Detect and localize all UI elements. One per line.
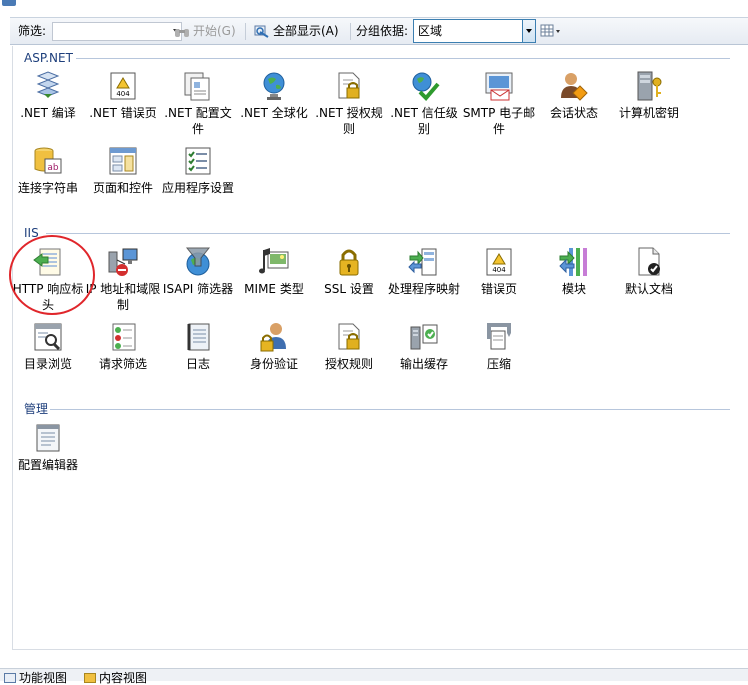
feature-dotnet-error-pages[interactable]: 404 .NET 错误页 (85, 70, 161, 121)
feature-connection-strings[interactable]: ab 连接字符串 (10, 145, 86, 196)
feature-dotnet-authorization[interactable]: .NET 授权规则 (311, 70, 387, 137)
feature-compression[interactable]: 压缩 (461, 321, 537, 372)
content-view-icon (84, 673, 96, 683)
window-top-strip (0, 0, 748, 14)
pages-controls-icon (109, 147, 137, 175)
group-divider (50, 409, 730, 410)
feature-dotnet-profile[interactable]: .NET 配置文件 (160, 70, 236, 137)
error-pages-icon: 404 (486, 248, 512, 276)
group-by-label: 分组依据: (356, 24, 409, 38)
feature-request-filtering[interactable]: 请求筛选 (85, 321, 161, 372)
mime-types-icon (259, 248, 289, 274)
default-document-icon (638, 247, 660, 276)
request-filtering-icon (112, 323, 136, 351)
tab-features-view[interactable]: 功能视图 (4, 671, 67, 685)
svg-text:404: 404 (492, 266, 506, 274)
app-icon (2, 0, 16, 6)
feature-mime-types[interactable]: MIME 类型 (236, 246, 312, 297)
show-all-icon (254, 25, 269, 38)
show-all-button[interactable]: 全部显示(A) (254, 18, 339, 44)
feature-authentication[interactable]: 身份验证 (236, 321, 312, 372)
feature-directory-browsing[interactable]: 目录浏览 (10, 321, 86, 372)
feature-isapi-filters[interactable]: ISAPI 筛选器 (160, 246, 236, 297)
feature-configuration-editor[interactable]: 配置编辑器 (10, 422, 86, 473)
authentication-icon (260, 323, 286, 352)
highlight-circle (9, 235, 95, 315)
feature-session-state[interactable]: 会话状态 (536, 70, 612, 121)
feature-handler-mappings[interactable]: 处理程序映射 (386, 246, 462, 297)
svg-text:404: 404 (116, 90, 130, 98)
logging-icon (187, 323, 210, 351)
ssl-settings-icon (339, 249, 359, 276)
directory-browsing-icon (34, 323, 62, 351)
tab-content-view[interactable]: 内容视图 (84, 671, 147, 685)
feature-app-settings[interactable]: 应用程序设置 (160, 145, 236, 196)
feature-default-document[interactable]: 默认文档 (611, 246, 687, 297)
dotnet-profile-icon (184, 72, 210, 101)
compression-icon (487, 323, 511, 350)
view-tabs-bar: 功能视图 内容视图 (0, 668, 748, 685)
group-header-aspnet: ASP.NET (24, 50, 730, 66)
view-mode-icon[interactable] (540, 23, 562, 39)
toolbar-separator (350, 23, 351, 40)
feature-logging[interactable]: 日志 (160, 321, 236, 372)
modules-icon (559, 248, 587, 276)
smtp-email-icon (485, 72, 513, 101)
group-title: 管理 (24, 402, 49, 416)
feature-dotnet-trust-levels[interactable]: .NET 信任级别 (386, 70, 462, 137)
isapi-filters-icon (185, 247, 211, 276)
feature-error-pages[interactable]: 404 错误页 (461, 246, 537, 297)
feature-ssl-settings[interactable]: SSL 设置 (311, 246, 387, 297)
machine-key-icon (637, 71, 662, 101)
feature-authorization-rules[interactable]: 授权规则 (311, 321, 387, 372)
session-state-icon (561, 73, 588, 101)
output-caching-icon (410, 324, 438, 350)
app-settings-icon (185, 147, 211, 175)
group-divider (76, 58, 730, 59)
group-divider (46, 233, 730, 234)
dotnet-trust-levels-icon (412, 72, 440, 101)
group-by-select[interactable]: 区域 (413, 19, 536, 43)
group-title: ASP.NET (24, 51, 73, 65)
dotnet-globalization-icon (263, 72, 285, 100)
handler-mappings-icon (408, 248, 437, 276)
chevron-down-icon[interactable] (522, 20, 535, 42)
feature-modules[interactable]: 模块 (536, 246, 612, 297)
configuration-editor-icon (36, 424, 60, 452)
feature-dotnet-globalization[interactable]: .NET 全球化 (236, 70, 312, 121)
feature-pages-controls[interactable]: 页面和控件 (85, 145, 161, 196)
dotnet-error-pages-icon: 404 (110, 72, 136, 100)
svg-text:ab: ab (47, 163, 59, 173)
ip-domain-restrictions-icon (108, 248, 138, 276)
feature-ip-domain-restrictions[interactable]: IP 地址和域限制 (85, 246, 161, 313)
filter-input[interactable] (52, 22, 182, 41)
filter-label: 筛选: (18, 24, 47, 38)
binoculars-icon (175, 28, 189, 37)
toolbar-separator (245, 23, 246, 40)
start-button[interactable]: 开始(G) (174, 18, 236, 44)
features-view-icon (4, 673, 16, 683)
authorization-rules-icon (338, 323, 360, 350)
feature-dotnet-compile[interactable]: .NET 编译 (10, 70, 86, 121)
feature-smtp-email[interactable]: SMTP 电子邮件 (461, 70, 537, 137)
feature-output-caching[interactable]: 输出缓存 (386, 321, 462, 372)
connection-strings-icon: ab (34, 147, 62, 174)
filter-toolbar: 筛选: 开始(G) 全部显示(A) 分组依据: 区域 (10, 17, 748, 45)
dotnet-compile-icon (36, 71, 60, 98)
group-header-management: 管理 (24, 401, 730, 417)
dotnet-authorization-icon (338, 72, 360, 99)
group-header-iis: IIS (24, 225, 730, 241)
feature-machine-key[interactable]: 计算机密钥 (611, 70, 687, 121)
